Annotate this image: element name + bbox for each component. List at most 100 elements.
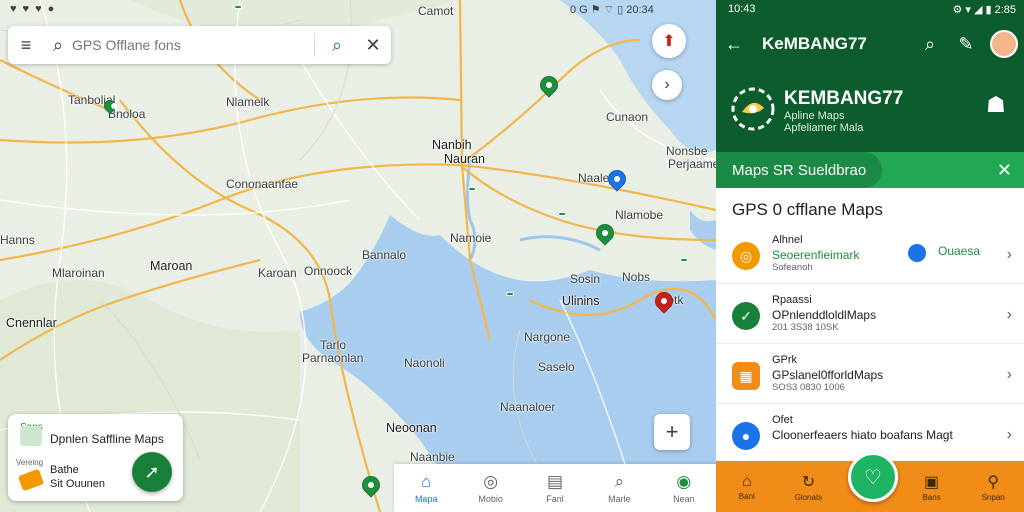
map-status-right: 0 G ⚑ ⌔ ▯ 20:34 (570, 4, 654, 16)
nav-item-globe[interactable]: ↻ Glonats (778, 461, 840, 512)
item-label: Ofet (772, 414, 793, 426)
nav-item-feed[interactable]: ▤ Fanl (523, 464, 587, 512)
item-title: Seoerenfieimark (772, 248, 860, 262)
map-label: Ulinins (562, 294, 600, 308)
search-icon[interactable]: ⌕ (912, 34, 948, 55)
card-label: Vereing (16, 458, 44, 467)
brand-subtitle: Apfeliamer Mala (784, 122, 864, 134)
nav-label: Bans (922, 492, 941, 502)
map-app-icon: ▦ (732, 362, 760, 390)
location-icon: ◉ (676, 472, 692, 491)
map-label: Nonsbe (666, 144, 708, 158)
search-input[interactable] (72, 37, 310, 53)
directions-button[interactable]: ➚ (132, 452, 172, 492)
chat-icon (908, 244, 926, 262)
map-label: Naale (578, 171, 610, 185)
highway-shield (234, 5, 242, 9)
check-icon: ✓ (732, 302, 760, 330)
divider (314, 33, 315, 57)
brand-logo-icon (731, 87, 775, 131)
map-label: Hanns (0, 233, 35, 247)
notification-icon: ● (47, 3, 55, 15)
list-item[interactable]: ▦ GPrk GPslanel0fforldMaps SOS3 0830 100… (716, 346, 1024, 404)
map-label: Naanaloer (500, 400, 556, 414)
search-submit-icon[interactable]: ⌕ (319, 26, 355, 64)
map-label: Nauran (444, 152, 485, 166)
close-icon[interactable]: ✕ (355, 26, 391, 64)
add-icon[interactable]: + (654, 414, 690, 450)
back-arrow-icon[interactable]: ← (716, 34, 752, 55)
nav-item-mobile[interactable]: ◎ Mobio (458, 464, 522, 512)
nav-item-profile[interactable]: ⚲ Snpan (962, 461, 1024, 512)
map-view[interactable]: ♥ ♥ ♥ ● 0 G ⚑ ⌔ ▯ 20:34 Tanbolial Bnoloa Nl… (0, 0, 716, 512)
item-label: Rpaassi (772, 294, 812, 306)
nav-label: Fanl (546, 494, 564, 504)
place-card[interactable]: Sans Dpnlen Saffline Maps Vereing Bathe … (8, 414, 183, 501)
nav-item-nearby[interactable]: ◉ Nean (652, 464, 716, 512)
item-action[interactable]: Ouaesa (938, 244, 980, 258)
home-icon: ⌂ (741, 472, 752, 490)
map-label: Nlamelk (226, 95, 270, 109)
item-meta: Sofeanoh (772, 262, 813, 273)
status-time: 10:43 (728, 3, 756, 15)
search-icon[interactable]: ⌕ (44, 26, 72, 64)
map-label: Neoonan (386, 421, 437, 435)
item-title: GPslanel0fforldMaps (772, 368, 884, 382)
app-panel: 10:43 ⚙ ▾ ◢ ▮ 2:85 ← KeMBANG77 ⌕ ✎ KEMBA… (716, 0, 1024, 512)
favorite-fab-button[interactable]: ♡ (848, 452, 898, 502)
person-icon[interactable]: ☗ (986, 92, 1014, 117)
card-line: Sit Ouunen (50, 478, 106, 490)
map-label: Naonoli (404, 356, 445, 370)
map-label: Nobs (622, 270, 651, 284)
panel-tab-bar: Maps SR Sueldbrao ✕ (716, 152, 1024, 188)
highway-shield (558, 212, 566, 216)
map-label: Namoie (450, 231, 492, 245)
nav-label: Banl (738, 491, 755, 501)
menu-icon[interactable]: ≡ (8, 26, 44, 64)
item-meta: 201 3S38 10SK (772, 322, 839, 333)
map-label: Mlaroinan (52, 266, 105, 280)
heart-icon: ♥ (10, 3, 17, 15)
chevron-right-icon[interactable]: › (652, 70, 682, 100)
nav-label: Marle (608, 494, 631, 504)
status-icons: ⚙ ▾ ◢ ▮ 2:85 (952, 4, 1016, 16)
tab-maps[interactable]: Maps SR Sueldbrao (716, 152, 883, 188)
nav-label: Mobio (478, 494, 503, 504)
map-status-left: ♥ ♥ ♥ ● (10, 3, 60, 15)
card-line: Bathe (50, 464, 79, 476)
nav-item-home[interactable]: ⌂ Banl (716, 461, 778, 512)
highway-shield (468, 187, 476, 191)
list-item[interactable]: ✓ Rpaassi OPnlenddloldlMaps 201 3S38 10S… (716, 286, 1024, 344)
compass-icon: ◎ (483, 472, 499, 491)
panel-status-bar: 10:43 ⚙ ▾ ◢ ▮ 2:85 (728, 3, 1016, 16)
highway-shield (506, 292, 514, 296)
chevron-right-icon: › (1006, 366, 1012, 383)
nav-label: Glonats (794, 492, 823, 502)
search-icon: ⌕ (614, 472, 625, 491)
nav-item-saved[interactable]: ▣ Bans (901, 461, 963, 512)
item-title: OPnlenddloldlMaps (772, 308, 877, 322)
avatar[interactable] (984, 30, 1024, 58)
compass-icon[interactable]: ⬆ (652, 24, 686, 58)
item-title: Cloonerfeaers hiato boafans Magt (772, 428, 953, 442)
item-label: GPrk (772, 354, 798, 366)
chevron-right-icon: › (1006, 426, 1012, 443)
item-label: Alhnel (772, 234, 803, 246)
heart-icon: ♥ (22, 3, 30, 15)
heart-icon: ♥ (35, 3, 42, 15)
map-label: Saselo (538, 360, 575, 374)
panel-title: KeMBANG77 (762, 34, 867, 53)
close-icon[interactable]: ✕ (997, 160, 1012, 181)
map-label: Bannalo (362, 248, 407, 262)
search-bar[interactable]: ≡ ⌕ ⌕ ✕ (8, 26, 391, 64)
edit-icon[interactable]: ✎ (948, 34, 984, 55)
location-icon: ◎ (732, 242, 760, 270)
list-item[interactable]: ◎ Alhnel Seoerenfieimark Sofeanoh Ouaesa… (716, 226, 1024, 284)
map-label: Nargone (524, 330, 571, 344)
map-label: Nanbih (432, 138, 472, 152)
list-icon: ▤ (546, 472, 564, 491)
nav-item-search[interactable]: ⌕ Marle (587, 464, 651, 512)
map-label: Tarlo (320, 338, 347, 352)
grid-icon: ▣ (924, 473, 940, 491)
nav-item-maps[interactable]: ⌂ Mapa (394, 464, 458, 512)
